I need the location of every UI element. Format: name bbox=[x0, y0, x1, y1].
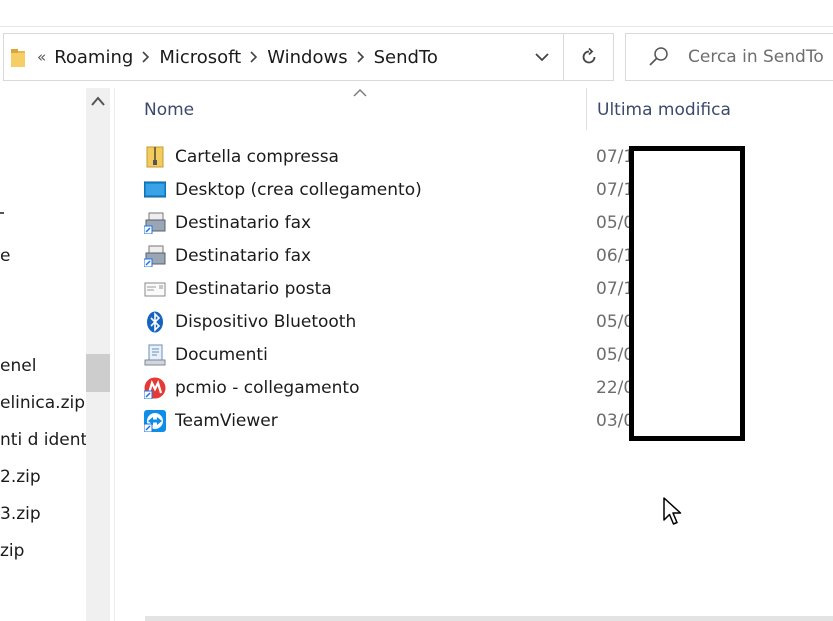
bluetooth-icon bbox=[144, 311, 166, 333]
file-date: 05/0 bbox=[596, 213, 630, 233]
chevron-right-icon[interactable] bbox=[350, 49, 372, 65]
file-name: pcmio - collegamento bbox=[175, 378, 360, 398]
navigation-pane[interactable]: e enel elinica.zip nti d identi 2.zip 3.… bbox=[0, 88, 86, 621]
search-input[interactable] bbox=[688, 47, 833, 67]
file-name: Cartella compressa bbox=[175, 147, 339, 167]
documents-icon bbox=[144, 344, 166, 366]
breadcrumb-microsoft[interactable]: Microsoft bbox=[159, 47, 241, 68]
nav-item[interactable]: nti d identi bbox=[0, 430, 86, 450]
horizontal-scrollbar[interactable] bbox=[145, 616, 833, 621]
file-date: 05/0 bbox=[596, 312, 630, 332]
breadcrumb-sendto[interactable]: SendTo bbox=[374, 47, 438, 68]
file-date: 22/0 bbox=[596, 378, 630, 398]
file-date: 07/1 bbox=[596, 147, 630, 167]
file-date: 03/0 bbox=[596, 411, 630, 431]
mouse-cursor-icon bbox=[663, 497, 682, 525]
breadcrumb-roaming[interactable]: Roaming bbox=[54, 47, 133, 68]
nav-item[interactable]: enel bbox=[0, 356, 36, 376]
file-name: TeamViewer bbox=[175, 411, 278, 431]
column-header-name[interactable]: Nome bbox=[144, 100, 194, 120]
refresh-button[interactable] bbox=[564, 33, 614, 81]
fax-icon bbox=[143, 212, 166, 235]
chevron-right-icon[interactable] bbox=[135, 49, 157, 65]
teamviewer-icon bbox=[143, 410, 166, 433]
folder-icon bbox=[11, 47, 25, 67]
nav-item[interactable]: 2.zip bbox=[0, 467, 41, 487]
redaction-box bbox=[629, 146, 745, 441]
pane-divider[interactable] bbox=[114, 88, 115, 621]
column-header-modified[interactable]: Ultima modifica bbox=[597, 100, 731, 120]
chevron-down-icon bbox=[535, 52, 549, 61]
sort-ascending-icon bbox=[353, 89, 367, 97]
breadcrumb-overflow[interactable]: « bbox=[37, 48, 46, 66]
file-date: 06/1 bbox=[596, 246, 630, 266]
zip-folder-icon bbox=[144, 146, 166, 168]
file-name: Desktop (crea collegamento) bbox=[175, 180, 422, 200]
file-date: 07/1 bbox=[596, 279, 630, 299]
fax-icon bbox=[143, 245, 166, 268]
nav-item-fragment bbox=[0, 212, 4, 214]
desktop-icon bbox=[143, 179, 167, 201]
file-date: 07/1 bbox=[596, 180, 630, 200]
nav-item[interactable]: zip bbox=[0, 541, 24, 561]
file-name: Destinatario fax bbox=[175, 246, 312, 266]
file-name: Destinatario fax bbox=[175, 213, 312, 233]
mail-icon bbox=[144, 278, 166, 300]
file-date: 05/0 bbox=[596, 345, 630, 365]
scrollbar-thumb[interactable] bbox=[86, 354, 110, 392]
file-name: Dispositivo Bluetooth bbox=[175, 312, 357, 332]
nav-item[interactable]: e bbox=[0, 246, 10, 266]
file-name: Documenti bbox=[175, 345, 268, 365]
address-history-dropdown[interactable] bbox=[521, 34, 563, 80]
column-resizer[interactable] bbox=[586, 88, 587, 130]
scroll-up-icon[interactable] bbox=[91, 95, 105, 107]
nav-item[interactable]: elinica.zip bbox=[0, 393, 85, 413]
refresh-icon bbox=[582, 48, 595, 64]
chevron-right-icon[interactable] bbox=[243, 49, 265, 65]
search-icon bbox=[649, 47, 668, 66]
nav-scrollbar[interactable] bbox=[86, 88, 110, 621]
file-name: Destinatario posta bbox=[175, 279, 332, 299]
title-strip bbox=[0, 0, 833, 27]
pcmio-icon bbox=[143, 377, 166, 400]
address-bar[interactable]: « Roaming Microsoft Windows SendTo bbox=[3, 33, 564, 81]
breadcrumb-windows[interactable]: Windows bbox=[267, 47, 347, 68]
search-box[interactable] bbox=[625, 33, 833, 81]
nav-item[interactable]: 3.zip bbox=[0, 504, 41, 524]
